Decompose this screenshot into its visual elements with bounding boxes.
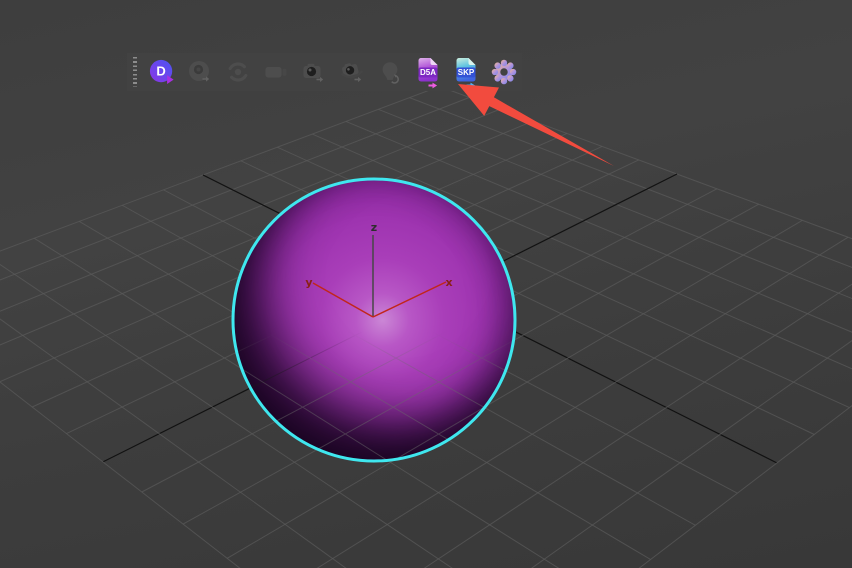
- annotation-arrow: [458, 84, 614, 166]
- viewport-3d: z x y D D5A SKP: [0, 0, 852, 568]
